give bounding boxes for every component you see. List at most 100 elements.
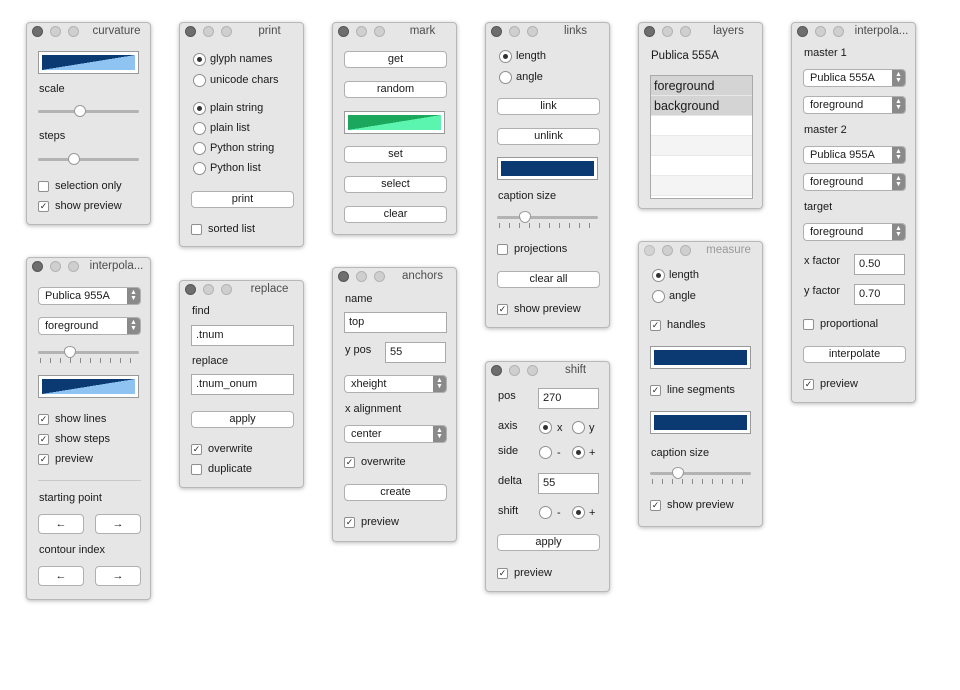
master1-font-select[interactable]: Publica 555A ▲ ▼ [803,69,906,87]
show-lines-checkbox[interactable]: ✓ [38,414,49,425]
random-button[interactable]: random [344,81,447,98]
minimize-icon[interactable] [203,284,214,295]
x-alignment-select[interactable]: center ▲ ▼ [344,425,447,443]
zoom-icon[interactable] [68,26,79,37]
shift-minus-radio[interactable] [539,506,552,519]
zoom-icon[interactable] [221,26,232,37]
master1-layer-select[interactable]: foreground ▲ ▼ [803,96,906,114]
side-minus-radio[interactable] [539,446,552,459]
close-icon[interactable] [185,284,196,295]
zoom-icon[interactable] [680,245,691,256]
zoom-icon[interactable] [374,271,385,282]
list-item[interactable]: background [651,96,752,116]
clear-all-button[interactable]: clear all [497,271,600,288]
close-icon[interactable] [32,261,43,272]
sorted-list-checkbox[interactable] [191,224,202,235]
list-item[interactable]: foreground [651,76,752,96]
close-icon[interactable] [644,26,655,37]
set-button[interactable]: set [344,146,447,163]
unicode-chars-radio[interactable] [193,74,206,87]
link-button[interactable]: link [497,98,600,115]
close-icon[interactable] [338,271,349,282]
color-well[interactable] [38,375,139,398]
show-steps-checkbox[interactable]: ✓ [38,434,49,445]
master2-font-select[interactable]: Publica 955A ▲ ▼ [803,146,906,164]
overwrite-checkbox[interactable]: ✓ [344,457,355,468]
python-string-radio[interactable] [193,142,206,155]
plain-list-radio[interactable] [193,122,206,135]
caption-size-slider-knob[interactable] [672,467,684,479]
steps-slider-track[interactable] [38,158,139,161]
title-bar[interactable]: interpola... [27,258,150,276]
title-bar[interactable]: shift [486,362,609,380]
handles-checkbox[interactable]: ✓ [650,320,661,331]
delta-input[interactable]: 55 [538,473,599,494]
close-icon[interactable] [491,365,502,376]
steps-slider-knob[interactable] [64,346,76,358]
plain-string-radio[interactable] [193,102,206,115]
line-segments-color-well[interactable] [650,411,751,434]
title-bar[interactable]: interpola... [792,23,915,41]
minimize-icon[interactable] [662,245,673,256]
select-button[interactable]: select [344,176,447,193]
axis-x-radio[interactable] [539,421,552,434]
list-item[interactable] [651,136,752,156]
zoom-icon[interactable] [68,261,79,272]
color-well[interactable] [38,51,139,74]
title-bar[interactable]: replace [180,281,303,299]
links-color-well[interactable] [497,157,598,180]
preview-checkbox[interactable]: ✓ [497,568,508,579]
minimize-icon[interactable] [356,26,367,37]
list-item[interactable] [651,156,752,176]
handles-color-well[interactable] [650,346,751,369]
replace-input[interactable]: .tnum_onum [191,374,294,395]
minimize-icon[interactable] [509,365,520,376]
y-pos-input[interactable]: 55 [385,342,446,363]
shift-plus-radio[interactable] [572,506,585,519]
layers-list[interactable]: foreground background [650,75,753,199]
overwrite-checkbox[interactable]: ✓ [191,444,202,455]
length-radio[interactable] [499,50,512,63]
list-item[interactable] [651,116,752,136]
selection-only-checkbox[interactable] [38,181,49,192]
minimize-icon[interactable] [50,26,61,37]
title-bar[interactable]: layers [639,23,762,41]
glyph-names-radio[interactable] [193,53,206,66]
name-input[interactable]: top [344,312,447,333]
close-icon[interactable] [644,245,655,256]
layer-select[interactable]: foreground ▲ ▼ [38,317,141,335]
line-segments-checkbox[interactable]: ✓ [650,385,661,396]
minimize-icon[interactable] [356,271,367,282]
minimize-icon[interactable] [662,26,673,37]
length-radio[interactable] [652,269,665,282]
interpolate-button[interactable]: interpolate [803,346,906,363]
target-layer-select[interactable]: foreground ▲ ▼ [803,223,906,241]
title-bar[interactable]: links [486,23,609,41]
python-list-radio[interactable] [193,162,206,175]
caption-size-slider-track[interactable] [497,216,598,219]
projections-checkbox[interactable] [497,244,508,255]
close-icon[interactable] [491,26,502,37]
zoom-icon[interactable] [221,284,232,295]
print-button[interactable]: print [191,191,294,208]
steps-slider-knob[interactable] [68,153,80,165]
duplicate-checkbox[interactable] [191,464,202,475]
title-bar[interactable]: measure [639,242,762,260]
clear-button[interactable]: clear [344,206,447,223]
find-input[interactable]: .tnum [191,325,294,346]
minimize-icon[interactable] [509,26,520,37]
starting-point-next-button[interactable]: → [95,514,141,534]
master2-layer-select[interactable]: foreground ▲ ▼ [803,173,906,191]
zoom-icon[interactable] [374,26,385,37]
preview-checkbox[interactable]: ✓ [344,517,355,528]
contour-index-next-button[interactable]: → [95,566,141,586]
preview-checkbox[interactable]: ✓ [803,379,814,390]
y-factor-input[interactable]: 0.70 [854,284,905,305]
y-pos-select[interactable]: xheight ▲ ▼ [344,375,447,393]
zoom-icon[interactable] [833,26,844,37]
minimize-icon[interactable] [815,26,826,37]
zoom-icon[interactable] [527,26,538,37]
apply-button[interactable]: apply [497,534,600,551]
scale-slider-knob[interactable] [74,105,86,117]
mark-color-well[interactable] [344,111,445,134]
